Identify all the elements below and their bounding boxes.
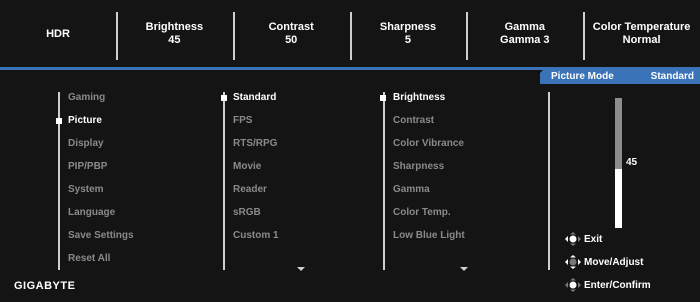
- joystick-move-icon: [565, 255, 581, 269]
- brand-logo: GIGABYTE: [14, 280, 76, 292]
- setting-item-brightness[interactable]: Brightness: [393, 92, 465, 115]
- stat-title: Gamma: [504, 21, 545, 33]
- slider-divider: [548, 92, 550, 270]
- hint-exit-label: Exit: [584, 233, 603, 245]
- mode-item-srgb[interactable]: sRGB: [233, 207, 279, 230]
- stat-title: Sharpness: [379, 21, 437, 33]
- stat-color-temperature: Color Temperature Normal: [583, 0, 700, 68]
- menu-item-pip-pbp[interactable]: PIP/PBP: [68, 161, 134, 184]
- menu-item-picture[interactable]: Picture: [68, 115, 134, 138]
- picture-mode-list: Standard FPS RTS/RPG Movie Reader sRGB C…: [233, 92, 279, 253]
- setting-item-color-vibrance[interactable]: Color Vibrance: [393, 138, 465, 161]
- menu-item-language[interactable]: Language: [68, 207, 134, 230]
- menu-item-system[interactable]: System: [68, 184, 134, 207]
- stat-value: 50: [285, 34, 298, 46]
- setting-item-gamma[interactable]: Gamma: [393, 184, 465, 207]
- settings-list: Brightness Contrast Color Vibrance Sharp…: [393, 92, 465, 253]
- stat-brightness: Brightness 45: [116, 0, 233, 68]
- stat-title: HDR: [46, 27, 70, 40]
- section-tab-value: Standard: [650, 71, 694, 82]
- selected-indicator: [380, 95, 386, 101]
- setting-item-low-blue-light[interactable]: Low Blue Light: [393, 230, 465, 253]
- main-menu: Gaming Picture Display PIP/PBP System La…: [68, 92, 134, 276]
- joystick-left-icon: [565, 232, 581, 246]
- stat-gamma: Gamma Gamma 3: [466, 0, 583, 68]
- setting-item-sharpness[interactable]: Sharpness: [393, 161, 465, 184]
- stat-value: 5: [404, 34, 412, 46]
- selected-indicator: [56, 118, 62, 124]
- mode-item-reader[interactable]: Reader: [233, 184, 279, 207]
- menu-item-save-settings[interactable]: Save Settings: [68, 230, 134, 253]
- section-tab-title: Picture Mode: [551, 71, 614, 82]
- brightness-slider-value: 45: [626, 157, 638, 168]
- stat-title: Color Temperature: [592, 21, 691, 33]
- menu-item-display[interactable]: Display: [68, 138, 134, 161]
- scroll-down-icon[interactable]: [297, 267, 305, 271]
- brightness-slider-fill: [615, 169, 622, 228]
- hint-confirm-label: Enter/Confirm: [584, 279, 651, 291]
- menu-item-reset-all[interactable]: Reset All: [68, 253, 134, 276]
- stat-hdr: HDR: [0, 0, 116, 68]
- selected-indicator: [221, 95, 227, 101]
- mode-item-standard[interactable]: Standard: [233, 92, 279, 115]
- modes-divider: [223, 92, 225, 270]
- mode-item-rts-rpg[interactable]: RTS/RPG: [233, 138, 279, 161]
- setting-item-color-temp[interactable]: Color Temp.: [393, 207, 465, 230]
- mode-item-movie[interactable]: Movie: [233, 161, 279, 184]
- stat-sharpness: Sharpness 5: [349, 0, 467, 68]
- hint-move-adjust: Move/Adjust: [565, 255, 643, 269]
- stat-value: 45: [168, 34, 181, 46]
- stat-contrast: Contrast 50: [232, 0, 350, 68]
- hint-enter-confirm: Enter/Confirm: [565, 278, 651, 292]
- mode-item-custom-1[interactable]: Custom 1: [233, 230, 279, 253]
- status-bar: HDR Brightness 45 Contrast 50 Sharpness …: [0, 0, 700, 68]
- hint-move-label: Move/Adjust: [584, 256, 644, 268]
- mode-item-fps[interactable]: FPS: [233, 115, 279, 138]
- hint-exit: Exit: [565, 232, 602, 246]
- stat-value: Gamma 3: [500, 34, 550, 46]
- stat-title: Brightness: [145, 21, 204, 33]
- menu-item-gaming[interactable]: Gaming: [68, 92, 134, 115]
- joystick-press-icon: [565, 278, 581, 292]
- stat-title: Contrast: [268, 21, 314, 33]
- setting-item-contrast[interactable]: Contrast: [393, 115, 465, 138]
- stat-value: Normal: [622, 34, 661, 46]
- settings-divider: [383, 92, 385, 270]
- scroll-down-icon[interactable]: [460, 267, 468, 271]
